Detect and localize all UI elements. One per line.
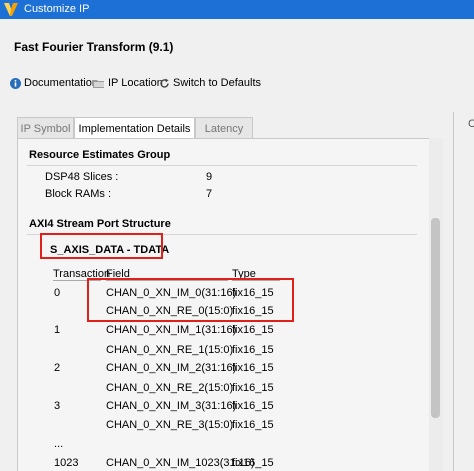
row-type: fix16_15 (232, 362, 274, 374)
row-transaction: 3 (54, 400, 61, 412)
highlight-box-transaction-0 (87, 278, 294, 322)
row-type: fix16_15 (232, 457, 274, 469)
ip-location-button[interactable]: IP Location (93, 77, 163, 89)
row-transaction: 1 (54, 324, 61, 336)
right-panel-label: C (468, 118, 474, 130)
row-field: CHAN_0_XN_RE_1(15:0) (106, 344, 234, 356)
row-type: fix16_15 (232, 324, 274, 336)
row-field: CHAN_0_XN_IM_2(31:16) (106, 362, 237, 374)
ip-header: Fast Fourier Transform (9.1) (0, 19, 474, 69)
block-rams-value: 7 (206, 188, 213, 200)
tab-ip-symbol[interactable]: IP Symbol (17, 117, 74, 138)
block-rams-label: Block RAMs : (45, 188, 112, 200)
separator (27, 165, 417, 166)
highlight-box-port (40, 233, 163, 259)
row-type: fix16_15 (232, 344, 274, 356)
switch-to-defaults-label: Switch to Defaults (173, 77, 262, 89)
ip-location-label: IP Location (108, 77, 163, 89)
folder-icon (93, 79, 104, 88)
row-type: fix16_15 (232, 400, 274, 412)
resource-group-title: Resource Estimates Group (29, 149, 171, 161)
title-bar: Customize IP (0, 0, 474, 19)
row-transaction: 0 (54, 287, 61, 299)
row-field: CHAN_0_XN_IM_1(31:16) (106, 324, 237, 336)
documentation-button[interactable]: Documentation (10, 77, 98, 89)
row-type: fix16_15 (232, 382, 274, 394)
row-field: CHAN_0_XN_RE_2(15:0) (106, 382, 234, 394)
tab-implementation-details[interactable]: Implementation Details (74, 117, 195, 139)
info-icon (10, 77, 21, 89)
implementation-details-panel: Resource Estimates Group DSP48 Slices : … (17, 138, 443, 471)
row-type: fix16_15 (232, 419, 274, 431)
toolbar: Documentation IP Location Switch to Defa… (0, 70, 474, 98)
row-transaction: 2 (54, 362, 61, 374)
right-panel: C (453, 112, 474, 471)
documentation-label: Documentation (24, 77, 98, 89)
row-field: CHAN_0_XN_RE_3(15:0) (106, 419, 234, 431)
axi-section-title: AXI4 Stream Port Structure (29, 218, 171, 230)
window-title: Customize IP (24, 3, 90, 15)
ip-name: Fast Fourier Transform (9.1) (14, 40, 174, 54)
scrollbar-thumb[interactable] (431, 218, 440, 418)
dsp48-label: DSP48 Slices : (45, 171, 119, 183)
switch-to-defaults-button[interactable]: Switch to Defaults (159, 77, 261, 89)
tab-latency[interactable]: Latency (195, 117, 253, 138)
row-field: CHAN_0_XN_IM_3(31:16) (106, 400, 237, 412)
row-transaction: ... (54, 438, 64, 450)
dsp48-value: 9 (206, 171, 213, 183)
refresh-icon (160, 78, 169, 88)
vivado-logo-icon (4, 3, 18, 16)
row-transaction: 1023 (54, 457, 79, 469)
